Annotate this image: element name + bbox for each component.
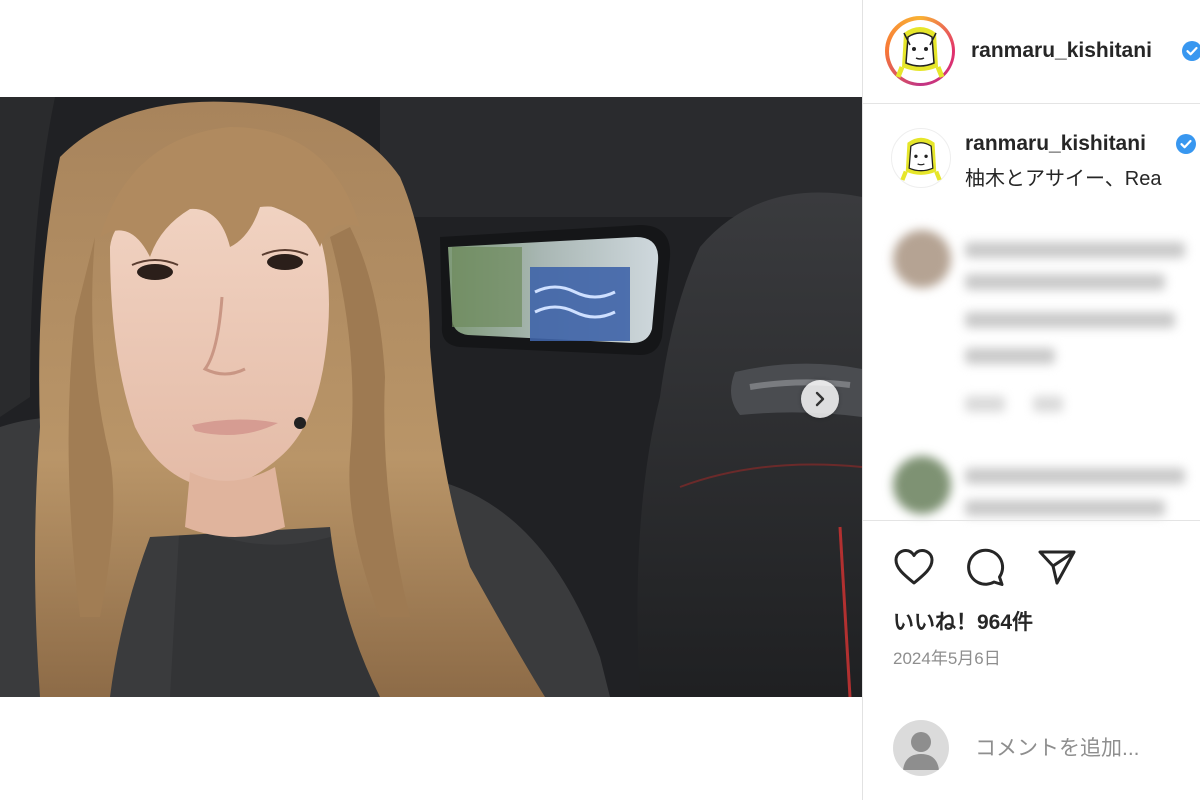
avatar-illustration xyxy=(900,137,942,181)
paper-plane-icon[interactable] xyxy=(1037,548,1077,586)
comment-line xyxy=(1033,396,1063,412)
post-date: 2024年5月6日 xyxy=(893,649,1001,668)
post-photo[interactable] xyxy=(0,97,862,697)
comment-line xyxy=(965,312,1175,328)
default-user-icon xyxy=(903,732,939,770)
comment-line xyxy=(965,242,1185,258)
selfie-image xyxy=(0,97,862,697)
comment-line xyxy=(965,396,1005,412)
comment-bubble-icon[interactable] xyxy=(965,547,1007,587)
caption-avatar[interactable] xyxy=(891,128,951,188)
comment-line xyxy=(965,500,1165,516)
actions-divider xyxy=(863,520,1200,522)
user-avatar xyxy=(893,720,949,776)
heart-icon[interactable] xyxy=(893,548,935,586)
carousel-next-button[interactable] xyxy=(801,380,839,418)
blurred-comments xyxy=(863,200,1200,520)
chevron-right-icon xyxy=(815,391,825,407)
likes-count[interactable]: いいね！964件 xyxy=(893,606,1033,636)
caption-username[interactable]: ranmaru_kishitani xyxy=(965,132,1146,156)
comment-line xyxy=(965,468,1185,484)
post-media-area xyxy=(0,0,862,800)
comment-avatar xyxy=(893,230,951,288)
comment-line xyxy=(965,274,1165,290)
add-comment-bar xyxy=(863,700,1200,800)
caption-text: 柚木とアサイー、Rea xyxy=(965,168,1162,190)
verified-badge-icon xyxy=(1182,41,1200,61)
header-username[interactable]: ranmaru_kishitani xyxy=(971,39,1152,63)
verified-badge-icon xyxy=(1176,134,1196,154)
comment-avatar xyxy=(893,456,951,514)
comment-input[interactable] xyxy=(973,730,1197,768)
profile-avatar[interactable] xyxy=(885,16,955,86)
post-side-panel: ranmaru_kishitani ranmaru_kishitani 柚木とア… xyxy=(862,0,1200,800)
avatar-illustration xyxy=(895,27,945,78)
comment-line xyxy=(965,348,1055,364)
post-header: ranmaru_kishitani xyxy=(863,0,1200,104)
caption-row: ranmaru_kishitani 柚木とアサイー、Rea xyxy=(863,104,1200,194)
